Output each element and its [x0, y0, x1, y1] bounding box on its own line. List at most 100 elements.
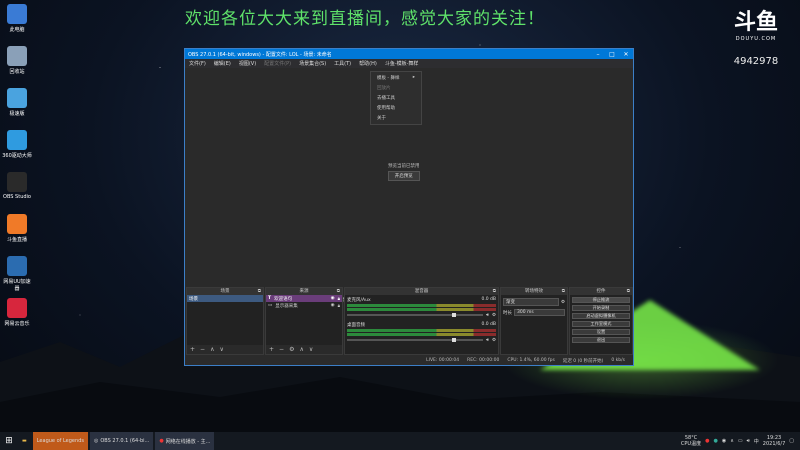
desktop-icon[interactable]: 斗鱼直播: [2, 214, 32, 243]
dropdown-item-help[interactable]: 使用帮助: [371, 103, 421, 113]
preview-area[interactable]: 模板 - 舞样 ▸ 回放片 去播工具 使用帮助 关于 预览当前已禁用 开启预览 …: [185, 68, 633, 324]
desktop-icon-label: 网易云音乐: [4, 321, 30, 327]
virtual-camera-button[interactable]: 启动虚拟摄像机: [572, 313, 630, 319]
eye-icon[interactable]: ◉: [331, 303, 335, 308]
close-icon[interactable]: ✕: [619, 51, 633, 58]
tray-app-icon[interactable]: ◉: [722, 438, 726, 444]
notification-icon[interactable]: ▢: [789, 438, 794, 444]
gear-icon[interactable]: ⚙: [492, 338, 496, 343]
cpu-temp-widget[interactable]: 58°C CPU温度: [681, 435, 701, 447]
remove-icon[interactable]: −: [279, 346, 284, 353]
dropdown-item-template[interactable]: 模板 - 舞样 ▸: [371, 73, 421, 83]
app-icon: [7, 88, 27, 108]
remove-icon[interactable]: −: [200, 346, 205, 353]
exit-button[interactable]: 退出: [572, 337, 630, 343]
file-explorer-icon[interactable]: ▬: [18, 432, 31, 450]
channel-db: 0.0 dB: [481, 297, 496, 302]
duration-input[interactable]: 300 ms: [514, 309, 565, 316]
dock-float-icon[interactable]: ⧉: [258, 288, 261, 294]
obs-titlebar[interactable]: OBS 27.0.1 (64-bit, windows) - 配置文件: LOL…: [185, 49, 633, 59]
dropped-frames: 延迟 0 (0 秒前开始): [562, 358, 604, 364]
scenes-header: 场景 ⧉: [187, 288, 263, 295]
douyu-dropdown-menu: 模板 - 舞样 ▸ 回放片 去播工具 使用帮助 关于: [370, 71, 422, 125]
tray-up-arrow-icon[interactable]: ∧: [730, 438, 734, 444]
lock-icon[interactable]: 🔒︎: [338, 296, 340, 302]
eye-icon[interactable]: ◉: [331, 296, 335, 301]
volume-slider[interactable]: [347, 313, 484, 317]
obs-icon: [7, 172, 27, 192]
volume-slider[interactable]: [347, 338, 484, 342]
channel-name: 桌面音频: [347, 323, 365, 328]
scene-item[interactable]: 场景: [187, 295, 263, 302]
taskbar-item-obs[interactable]: ◎ OBS 27.0.1 (64-bi...: [89, 432, 154, 450]
obs-icon: ◎: [93, 438, 99, 444]
gear-icon[interactable]: ⚙: [492, 313, 496, 318]
recycle-bin-icon: [7, 46, 27, 66]
add-icon[interactable]: +: [190, 346, 195, 353]
desktop-icon[interactable]: 网易UU加速器: [2, 256, 32, 292]
move-up-icon[interactable]: ∧: [299, 346, 303, 353]
speaker-icon[interactable]: 🔊︎: [486, 337, 489, 343]
menu-scene-collection[interactable]: 场景集合(S): [295, 60, 330, 67]
tray-app-icon[interactable]: ●: [713, 438, 717, 444]
enable-preview-button[interactable]: 开启预览: [388, 171, 420, 181]
transition-select[interactable]: 渐变: [503, 298, 559, 306]
maximize-icon[interactable]: □: [605, 51, 619, 58]
lock-icon[interactable]: 🔒︎: [338, 303, 340, 309]
monitor-icon: ▭: [268, 303, 273, 308]
taskbar-item-browser[interactable]: ● 网络在线播放 - 主...: [155, 432, 215, 450]
desktop-icon[interactable]: 此电脑: [2, 4, 32, 33]
scenes-toolbar: + − ∧ ∨: [187, 345, 263, 354]
start-recording-button[interactable]: 开始录制: [572, 305, 630, 311]
studio-mode-button[interactable]: 工作室模式: [572, 321, 630, 327]
source-item-display[interactable]: ▭ 显示器采集 ◉ 🔒︎: [266, 302, 342, 309]
menu-edit[interactable]: 编辑(E): [210, 60, 235, 67]
move-up-icon[interactable]: ∧: [210, 346, 214, 353]
gear-icon[interactable]: ⚙: [561, 300, 565, 305]
dock-float-icon[interactable]: ⧉: [337, 288, 340, 294]
add-icon[interactable]: +: [269, 346, 274, 353]
clock-date: 2021/6/7: [762, 441, 786, 447]
desktop-icon[interactable]: 网易云音乐: [2, 298, 32, 327]
menu-tools[interactable]: 工具(T): [330, 60, 355, 67]
preview-disabled-notice: 预览当前已禁用 开启预览: [388, 163, 420, 181]
bitrate: 0 kb/s: [611, 358, 625, 363]
network-icon[interactable]: ▭: [738, 438, 743, 444]
windows-start-icon[interactable]: ⊞: [0, 436, 18, 446]
input-language[interactable]: 中: [754, 438, 759, 445]
move-down-icon[interactable]: ∨: [219, 346, 223, 353]
rec-timer: REC: 00:00:00: [467, 358, 500, 363]
clock[interactable]: 19:23 2021/6/7: [763, 435, 785, 447]
tray-app-icon[interactable]: ●: [705, 438, 709, 444]
obs-window[interactable]: OBS 27.0.1 (64-bit, windows) - 配置文件: LOL…: [184, 48, 634, 366]
minimize-icon[interactable]: –: [591, 51, 605, 58]
volume-meter: [347, 333, 496, 336]
menu-profile[interactable]: 配置文件(P): [260, 60, 295, 67]
dock-float-icon[interactable]: ⧉: [562, 288, 565, 294]
dropdown-item-tools[interactable]: 去播工具: [371, 93, 421, 103]
source-item-text[interactable]: T 欢迎语句 ◉ 🔒︎: [266, 295, 342, 302]
settings-button[interactable]: 设置: [572, 329, 630, 335]
driver-icon: [7, 130, 27, 150]
dock-float-icon[interactable]: ⧉: [627, 288, 630, 294]
stop-streaming-button[interactable]: 停止推流: [572, 297, 630, 303]
desktop-icon[interactable]: 360驱动大师: [2, 130, 32, 159]
speaker-icon[interactable]: 🔊︎: [486, 312, 489, 318]
volume-icon[interactable]: 🔊︎: [747, 438, 750, 444]
dock-float-icon[interactable]: ⧉: [493, 288, 496, 294]
taskbar-item-lol[interactable]: League of Legends: [32, 432, 88, 450]
volume-meter: [347, 308, 496, 311]
windows-taskbar: ⊞ ▬ League of Legends ◎ OBS 27.0.1 (64-bi…: [0, 432, 800, 450]
move-down-icon[interactable]: ∨: [309, 346, 313, 353]
menu-file[interactable]: 文件(F): [185, 60, 210, 67]
mixer-channel-desktop: 桌面音频 0.0 dB 🔊︎ ⚙: [345, 320, 498, 345]
desktop-icon[interactable]: 回收站: [2, 46, 32, 75]
menu-view[interactable]: 视图(V): [235, 60, 260, 67]
desktop-icon-label: OBS Studio: [3, 194, 31, 200]
menu-douyu[interactable]: 斗鱼-模板-舞样: [381, 60, 423, 67]
dropdown-item-about[interactable]: 关于: [371, 113, 421, 123]
desktop-icon[interactable]: OBS Studio: [2, 172, 32, 200]
menu-help[interactable]: 帮助(H): [355, 60, 381, 67]
desktop-icon[interactable]: 极速版: [2, 88, 32, 117]
gear-icon[interactable]: ⚙: [289, 346, 294, 353]
